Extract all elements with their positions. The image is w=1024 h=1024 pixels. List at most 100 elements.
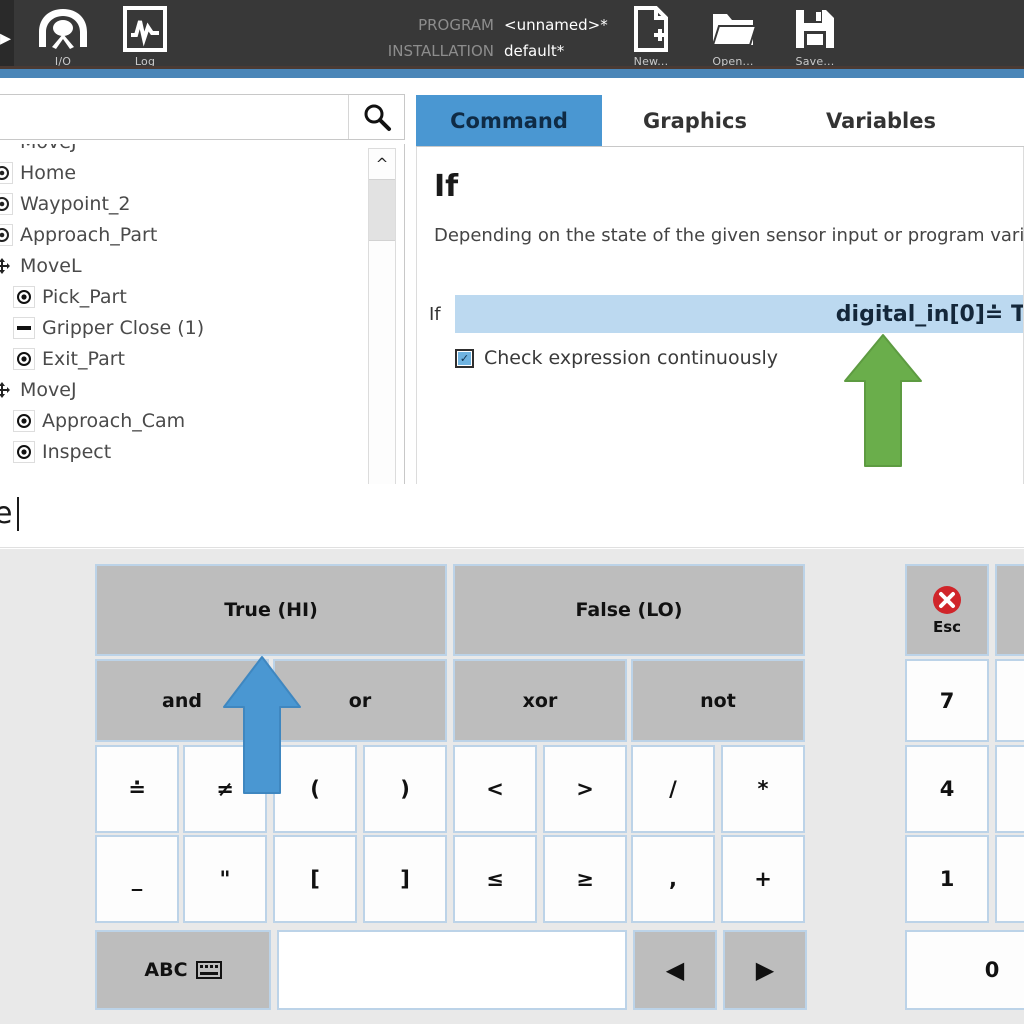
robot-io-icon xyxy=(34,4,92,54)
open-folder-icon xyxy=(710,4,756,54)
cursor-right-key[interactable]: ▶ xyxy=(723,930,807,1010)
numpad-4-key[interactable]: 4 xyxy=(905,745,989,833)
gripper-icon xyxy=(13,316,35,339)
esc-key[interactable]: Esc xyxy=(905,564,989,656)
top-toolbar: ▸ I/O Log PROGRAM <unnamed>* INSTALLATIO… xyxy=(0,0,1024,78)
tree-row[interactable]: Gripper Close (1) xyxy=(0,312,369,343)
tab-variables[interactable]: Variables xyxy=(788,95,974,146)
less-equal-key-label: ≤ xyxy=(486,867,504,891)
tree-item-label: Approach_Part xyxy=(20,223,158,246)
move-j-icon xyxy=(0,144,13,153)
tree-row[interactable]: Pick_Part xyxy=(0,281,369,312)
equals-dot-key[interactable]: ≐ xyxy=(95,745,179,833)
chevron-up-icon[interactable]: ^ xyxy=(369,149,395,179)
comma-key[interactable]: , xyxy=(631,835,715,923)
program-tree-list: MoveJ Home Waypoint_2 xyxy=(0,144,369,467)
greater-equal-key-label: ≥ xyxy=(576,867,594,891)
installation-key: INSTALLATION xyxy=(387,42,494,60)
nav-arrow-right-icon[interactable]: ▸ xyxy=(0,22,14,56)
quote-key[interactable]: " xyxy=(183,835,267,923)
blue-up-arrow xyxy=(222,655,302,795)
tree-row[interactable]: Waypoint_2 xyxy=(0,188,369,219)
app-root: ▸ I/O Log PROGRAM <unnamed>* INSTALLATIO… xyxy=(0,0,1024,1024)
cursor-left-key[interactable]: ◀ xyxy=(633,930,717,1010)
tab-variables-label: Variables xyxy=(826,108,936,133)
numpad-1-key[interactable]: 1 xyxy=(905,835,989,923)
tree-item-label: MoveJ xyxy=(20,378,77,401)
tree-item-label: Gripper Close (1) xyxy=(42,316,205,339)
true-hi-key-label: True (HI) xyxy=(224,599,318,621)
plus-key-label: + xyxy=(754,867,772,891)
tree-row[interactable]: MoveJ xyxy=(0,374,369,405)
abc-layout-key[interactable]: ABC xyxy=(95,930,271,1010)
underscore-key[interactable]: _ xyxy=(95,835,179,923)
or-key-label: or xyxy=(348,689,372,712)
less-than-key[interactable]: < xyxy=(453,745,537,833)
not-key[interactable]: not xyxy=(631,659,805,742)
plus-key[interactable]: + xyxy=(721,835,805,923)
greater-equal-key[interactable]: ≥ xyxy=(543,835,627,923)
tree-row[interactable]: Approach_Part xyxy=(0,219,369,250)
space-key[interactable] xyxy=(277,930,627,1010)
if-expression-field[interactable]: digital_in[0]≐ True xyxy=(455,295,1023,333)
tree-item-label: Pick_Part xyxy=(42,285,127,308)
bracket-open-key-label: [ xyxy=(310,867,320,891)
numpad-4-label: 4 xyxy=(939,777,955,801)
less-equal-key[interactable]: ≤ xyxy=(453,835,537,923)
expression-input[interactable]: e xyxy=(0,496,20,531)
main-area: MoveJ Home Waypoint_2 xyxy=(0,78,1024,548)
close-circle-icon xyxy=(931,584,963,616)
bracket-open-key[interactable]: [ xyxy=(273,835,357,923)
tree-scrollbar[interactable]: ^ xyxy=(368,148,396,540)
xor-key[interactable]: xor xyxy=(453,659,627,742)
greater-than-key-label: > xyxy=(576,777,594,801)
tab-command[interactable]: Command xyxy=(416,95,602,146)
search-bar[interactable] xyxy=(0,94,405,140)
greater-than-key[interactable]: > xyxy=(543,745,627,833)
check-expression-row[interactable]: ✓ Check expression continuously xyxy=(455,347,778,369)
numpad-0-key[interactable]: 0 xyxy=(905,930,1024,1010)
scrollbar-thumb[interactable] xyxy=(369,179,395,241)
comma-key-label: , xyxy=(669,867,677,891)
tree-row[interactable]: MoveL xyxy=(0,250,369,281)
tab-command-label: Command xyxy=(450,108,568,133)
tree-row[interactable]: Home xyxy=(0,157,369,188)
true-hi-key[interactable]: True (HI) xyxy=(95,564,447,656)
program-key: PROGRAM xyxy=(418,16,494,34)
abc-layout-key-label: ABC xyxy=(144,959,188,981)
search-icon[interactable] xyxy=(348,95,404,139)
move-j-icon xyxy=(0,378,13,401)
numpad-7-key[interactable]: 7 xyxy=(905,659,989,742)
numpad-clipped-key[interactable] xyxy=(995,564,1024,656)
numpad-0-label: 0 xyxy=(984,958,1000,982)
tree-item-label: Approach_Cam xyxy=(42,409,186,432)
false-lo-key-label: False (LO) xyxy=(575,599,683,621)
tree-item-label: MoveL xyxy=(20,254,82,277)
tree-row[interactable]: MoveJ xyxy=(0,144,369,157)
and-key-label: and xyxy=(162,689,202,712)
keyboard-icon xyxy=(195,961,222,979)
tree-row[interactable]: Approach_Cam xyxy=(0,405,369,436)
waypoint-icon xyxy=(13,285,35,308)
numpad-2-key[interactable] xyxy=(995,835,1024,923)
expression-input-strip[interactable]: e xyxy=(0,484,1024,548)
page-title: If xyxy=(434,169,459,204)
search-input[interactable] xyxy=(0,95,349,139)
multiply-key[interactable]: * xyxy=(721,745,805,833)
quote-key-label: " xyxy=(219,867,231,891)
tree-row[interactable]: Inspect xyxy=(0,436,369,467)
tab-graphics[interactable]: Graphics xyxy=(602,95,788,146)
divide-key[interactable]: / xyxy=(631,745,715,833)
bracket-close-key-label: ] xyxy=(400,867,410,891)
false-lo-key[interactable]: False (LO) xyxy=(453,564,805,656)
xor-key-label: xor xyxy=(522,689,558,712)
tree-row[interactable]: Exit_Part xyxy=(0,343,369,374)
bracket-close-key[interactable]: ] xyxy=(363,835,447,923)
numpad-5-key[interactable] xyxy=(995,745,1024,833)
esc-key-label: Esc xyxy=(932,618,962,636)
numpad-1-label: 1 xyxy=(939,867,955,891)
underscore-key-label: _ xyxy=(131,867,143,891)
paren-close-key[interactable]: ) xyxy=(363,745,447,833)
check-expression-checkbox[interactable]: ✓ xyxy=(455,348,474,368)
numpad-8-key[interactable] xyxy=(995,659,1024,742)
